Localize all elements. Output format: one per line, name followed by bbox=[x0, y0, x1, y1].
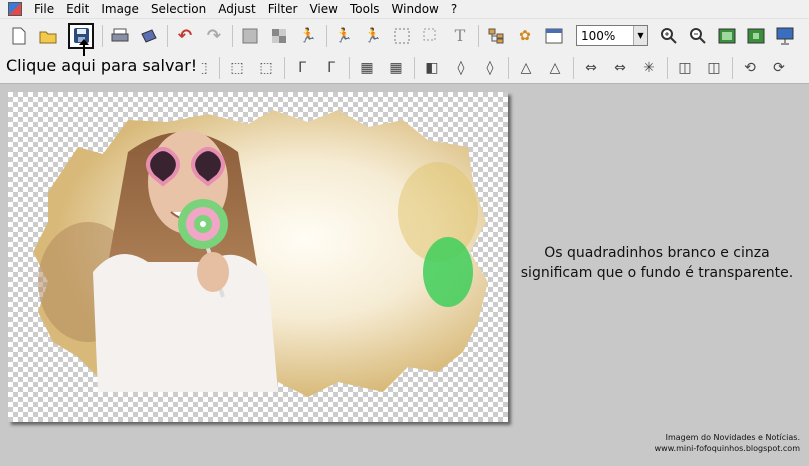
scan-icon[interactable] bbox=[138, 25, 160, 47]
drop-icon[interactable]: ◊ bbox=[450, 57, 472, 79]
zoom-in-icon[interactable] bbox=[658, 25, 680, 47]
resize-icon[interactable]: ⇔ bbox=[580, 57, 602, 79]
separator bbox=[219, 56, 220, 79]
stack-icon[interactable]: ⬚ bbox=[226, 57, 248, 79]
open-folder-icon[interactable] bbox=[37, 25, 59, 47]
print-icon[interactable] bbox=[109, 25, 131, 47]
separator bbox=[284, 56, 285, 79]
menu-help[interactable]: ? bbox=[445, 0, 463, 19]
note-line-2: significam que o fundo é transparente. bbox=[520, 265, 794, 281]
grid-icon[interactable]: ▦ bbox=[356, 57, 378, 79]
menu-tools[interactable]: Tools bbox=[344, 0, 386, 19]
resize-alt-icon[interactable]: ⇔ bbox=[609, 57, 631, 79]
sprite-icon[interactable]: ✳ bbox=[638, 57, 660, 79]
select-icon[interactable] bbox=[391, 25, 413, 47]
credits-line-1: Imagem do Novidades e Notícias. bbox=[665, 433, 800, 442]
fullscreen-icon[interactable] bbox=[774, 25, 796, 47]
undo-icon[interactable]: ↶ bbox=[174, 25, 196, 47]
separator bbox=[667, 56, 668, 79]
separator bbox=[478, 24, 479, 47]
split-alt-icon[interactable]: ◫ bbox=[703, 57, 725, 79]
photo-cutout bbox=[33, 110, 488, 397]
menu-view[interactable]: View bbox=[303, 0, 343, 19]
menu-bar: File Edit Image Selection Adjust Filter … bbox=[0, 0, 809, 19]
menu-edit[interactable]: Edit bbox=[60, 0, 95, 19]
puzzle-icon[interactable]: ✿ bbox=[514, 25, 536, 47]
menu-file[interactable]: File bbox=[28, 0, 60, 19]
separator bbox=[508, 56, 509, 79]
note-line-1: Os quadradinhos branco e cinza bbox=[544, 245, 770, 261]
rotate-alt-icon[interactable]: ⟳ bbox=[768, 57, 790, 79]
separator bbox=[167, 24, 168, 47]
transparency-note: Os quadradinhos branco e cinza significa… bbox=[512, 243, 802, 283]
crop-icon[interactable]: Γ bbox=[291, 57, 313, 79]
separator bbox=[732, 56, 733, 79]
crop-alt-icon[interactable]: Γ bbox=[320, 57, 342, 79]
triangle-alt-icon[interactable]: △ bbox=[544, 57, 566, 79]
run-icon[interactable]: 🏃 bbox=[297, 25, 319, 47]
separator bbox=[349, 56, 350, 79]
split-icon[interactable]: ◫ bbox=[674, 57, 696, 79]
text-icon[interactable]: T bbox=[449, 25, 471, 47]
pattern-icon[interactable] bbox=[268, 25, 290, 47]
gradient-icon[interactable] bbox=[239, 25, 261, 47]
menu-filter[interactable]: Filter bbox=[262, 0, 304, 19]
figure-icon[interactable]: 🏃 bbox=[333, 25, 355, 47]
separator bbox=[102, 24, 103, 47]
menu-window[interactable]: Window bbox=[386, 0, 445, 19]
chevron-down-icon[interactable]: ▼ bbox=[633, 26, 647, 45]
tree-icon[interactable] bbox=[485, 25, 507, 47]
separator bbox=[232, 24, 233, 47]
separator bbox=[414, 56, 415, 79]
menu-selection[interactable]: Selection bbox=[145, 0, 212, 19]
drop-alt-icon[interactable]: ◊ bbox=[479, 57, 501, 79]
fit-window-icon[interactable] bbox=[716, 25, 738, 47]
figure-alt-icon[interactable]: 🏃 bbox=[362, 25, 384, 47]
separator bbox=[573, 56, 574, 79]
stack-alt-icon[interactable]: ⬚ bbox=[255, 57, 277, 79]
menu-adjust[interactable]: Adjust bbox=[212, 0, 262, 19]
zoom-select[interactable]: 100% ▼ bbox=[576, 25, 648, 46]
zoom-value: 100% bbox=[581, 28, 616, 43]
redo-icon[interactable]: ↷ bbox=[203, 25, 225, 47]
triangle-icon[interactable]: △ bbox=[515, 57, 537, 79]
credits: Imagem do Novidades e Notícias. www.mini… bbox=[620, 432, 800, 454]
zoom-out-icon[interactable] bbox=[687, 25, 709, 47]
rotate-icon[interactable]: ⟲ bbox=[739, 57, 761, 79]
image-canvas[interactable] bbox=[8, 92, 508, 422]
save-hint-label: Clique aqui para salvar! bbox=[6, 56, 202, 75]
app-icon[interactable] bbox=[8, 2, 22, 16]
main-toolbar: ↶ ↷ 🏃 🏃 🏃 T ✿ 100% ▼ bbox=[0, 19, 809, 52]
separator bbox=[326, 24, 327, 47]
credits-line-2: www.mini-fofoquinhos.blogspot.com bbox=[654, 444, 800, 453]
new-file-icon[interactable] bbox=[8, 25, 30, 47]
window-icon[interactable] bbox=[543, 25, 565, 47]
grid-alt-icon[interactable]: ▦ bbox=[385, 57, 407, 79]
mirror-icon[interactable]: ◧ bbox=[421, 57, 443, 79]
select-alt-icon[interactable] bbox=[420, 25, 442, 47]
arrow-up-icon bbox=[79, 39, 89, 56]
menu-image[interactable]: Image bbox=[95, 0, 145, 19]
actual-size-icon[interactable] bbox=[745, 25, 767, 47]
